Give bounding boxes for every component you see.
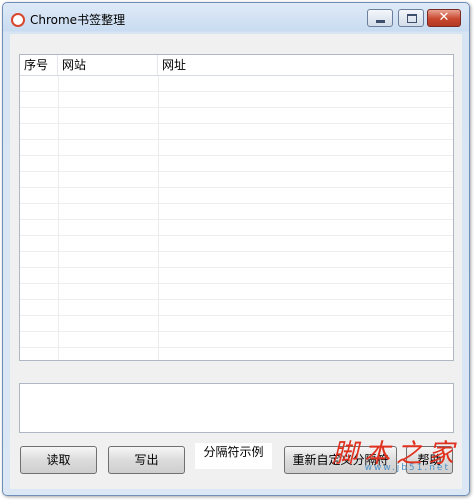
minimize-button[interactable] bbox=[367, 9, 393, 27]
watermark: 脚本之家 www.jb51.net bbox=[332, 433, 460, 473]
close-button[interactable]: ✕ bbox=[427, 9, 461, 27]
column-header-site[interactable]: 网站 bbox=[58, 55, 158, 75]
column-header-url[interactable]: 网址 bbox=[158, 55, 453, 75]
app-window: Chrome书签整理 ✕ 序号 网站 网址 读取 写出 分隔符示例 重新自定义分… bbox=[2, 2, 470, 496]
list-rows[interactable] bbox=[20, 76, 453, 360]
bookmark-list[interactable]: 序号 网站 网址 bbox=[19, 54, 454, 361]
window-title: Chrome书签整理 bbox=[30, 13, 126, 27]
column-divider bbox=[58, 76, 59, 360]
client-area: 序号 网站 网址 读取 写出 分隔符示例 重新自定义分隔符 帮助 bbox=[10, 34, 462, 489]
watermark-url: www.jb51.net bbox=[364, 463, 450, 473]
maximize-button[interactable] bbox=[398, 9, 424, 27]
column-header-index[interactable]: 序号 bbox=[20, 55, 58, 75]
maximize-icon bbox=[407, 14, 417, 23]
separator-example-field[interactable]: 分隔符示例 bbox=[195, 443, 272, 469]
output-textbox[interactable] bbox=[19, 383, 454, 433]
close-icon: ✕ bbox=[438, 10, 450, 25]
column-divider bbox=[158, 76, 159, 360]
chrome-app-icon bbox=[11, 13, 25, 27]
title-bar[interactable]: Chrome书签整理 ✕ bbox=[3, 3, 469, 33]
list-header: 序号 网站 网址 bbox=[20, 55, 453, 76]
write-button[interactable]: 写出 bbox=[108, 446, 185, 474]
minimize-icon bbox=[376, 20, 385, 23]
read-button[interactable]: 读取 bbox=[20, 446, 97, 474]
